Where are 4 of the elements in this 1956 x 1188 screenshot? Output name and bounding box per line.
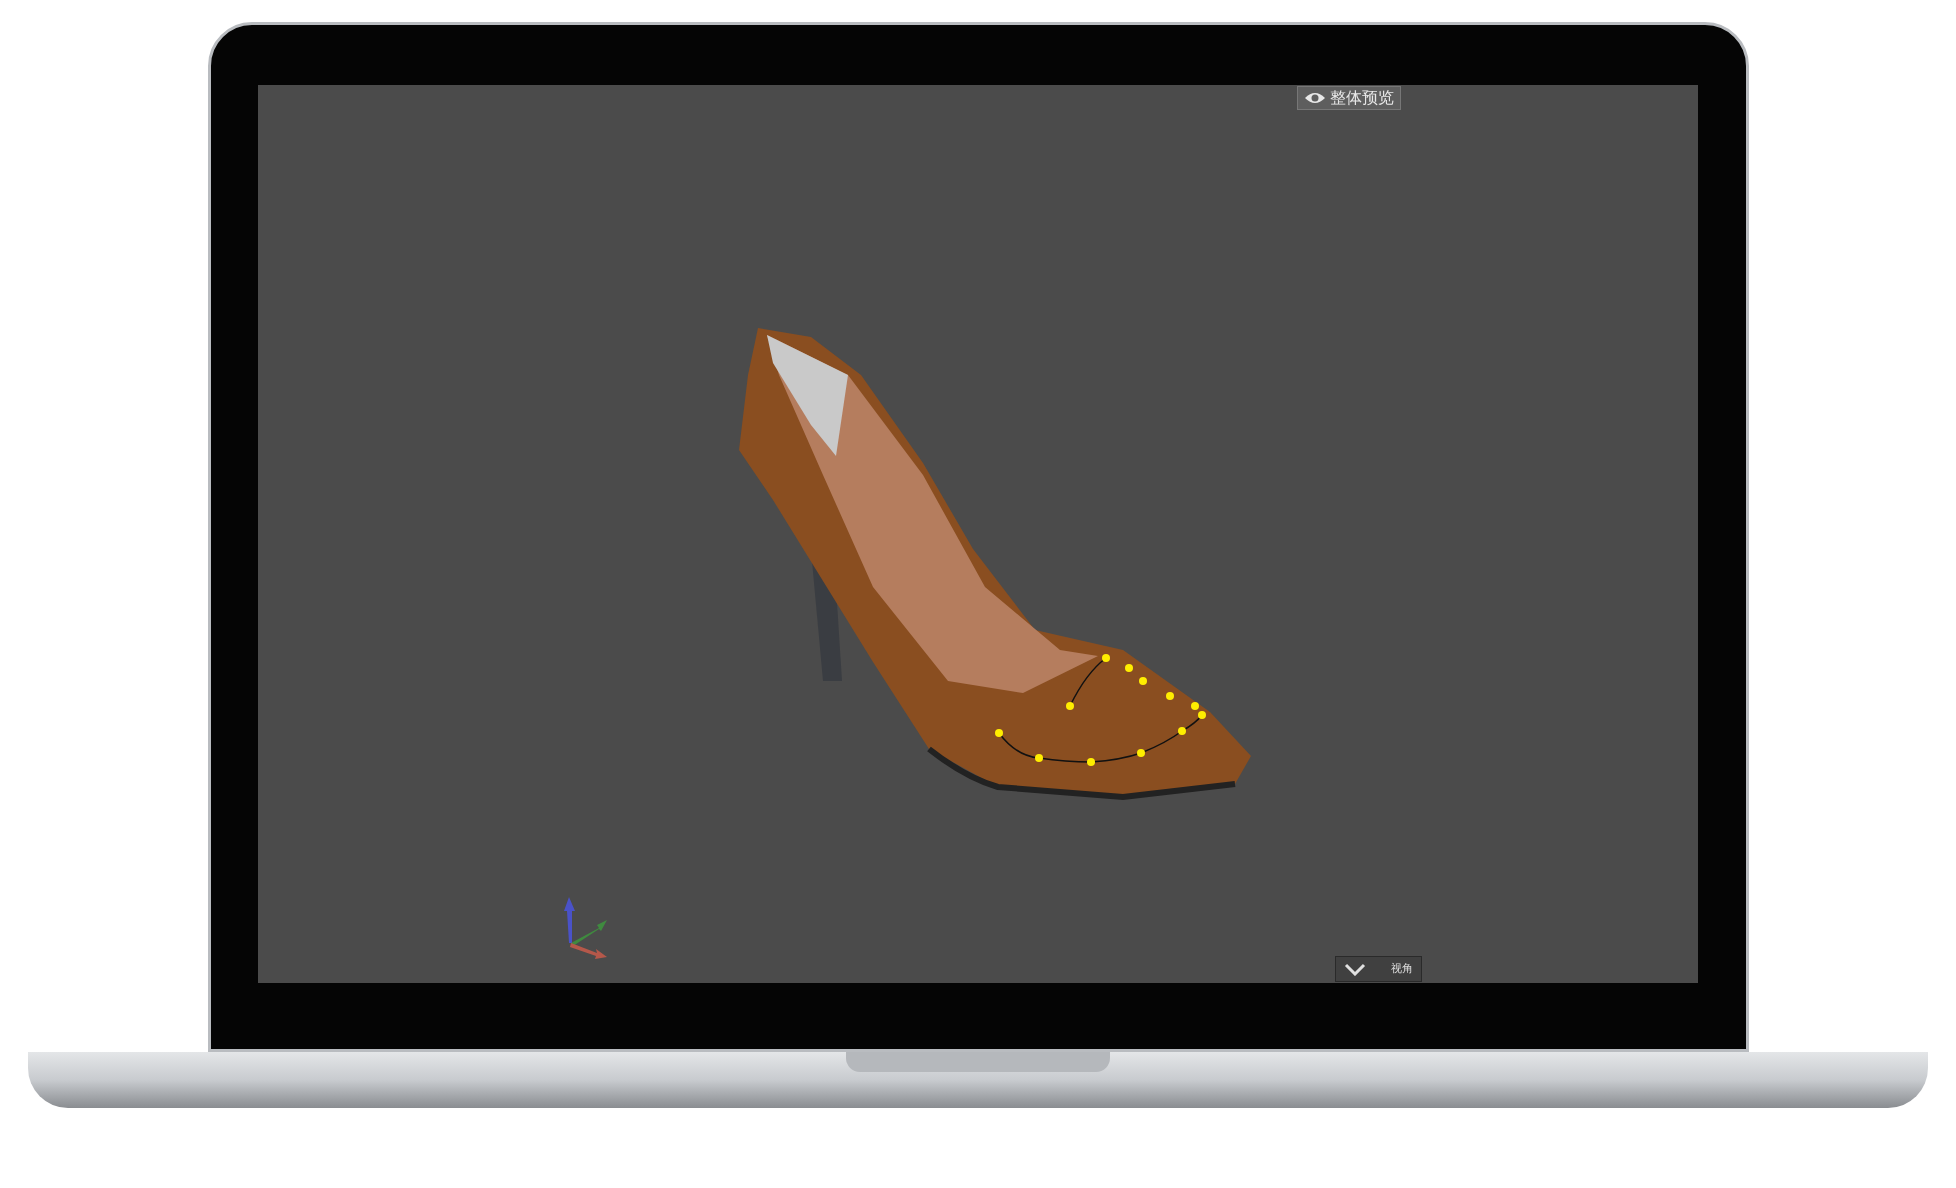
view-angle-button[interactable]: 视角 <box>1335 956 1422 982</box>
overall-preview-button[interactable]: 整体预览 <box>1297 86 1401 110</box>
chevron-down-icon <box>1344 962 1366 976</box>
eye-icon <box>1304 91 1326 105</box>
